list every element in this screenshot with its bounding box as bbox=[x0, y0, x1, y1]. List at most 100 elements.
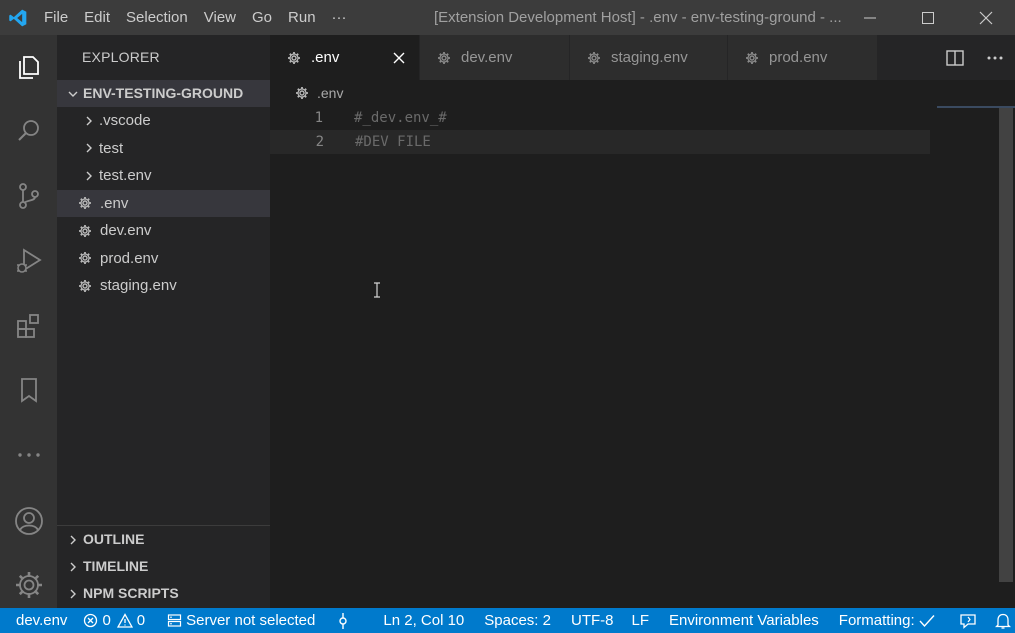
source-control-icon bbox=[18, 183, 39, 209]
server-icon bbox=[168, 614, 182, 627]
menu-edit[interactable]: Edit bbox=[76, 0, 118, 35]
sidebar-bottom-sections: OUTLINE TIMELINE NPM SCRIPTS bbox=[57, 525, 270, 607]
chevron-right-icon bbox=[81, 168, 97, 184]
menu-go[interactable]: Go bbox=[244, 0, 280, 35]
breadcrumb[interactable]: .env bbox=[270, 80, 343, 106]
more-actions-button[interactable] bbox=[975, 35, 1015, 80]
more-icon bbox=[987, 56, 1003, 59]
line-text: #_dev.env_# bbox=[354, 110, 447, 126]
activity-source-control[interactable] bbox=[0, 172, 57, 220]
chevron-right-icon bbox=[65, 532, 81, 548]
activity-accounts[interactable] bbox=[0, 497, 57, 545]
activity-manage[interactable] bbox=[0, 561, 57, 609]
editor-actions bbox=[935, 35, 1015, 80]
bell-icon bbox=[994, 613, 1011, 629]
chevron-right-icon bbox=[65, 586, 81, 602]
status-cursor-position[interactable]: Ln 2, Col 10 bbox=[375, 608, 472, 633]
manage-gear-icon bbox=[15, 572, 42, 598]
status-notifications[interactable] bbox=[989, 608, 1015, 633]
warning-count: 0 bbox=[136, 612, 146, 629]
feedback-icon bbox=[960, 613, 976, 629]
status-encoding[interactable]: UTF-8 bbox=[559, 608, 622, 633]
tab-staging-env[interactable]: staging.env bbox=[570, 35, 728, 80]
menu-file[interactable]: File bbox=[36, 0, 76, 35]
more-icon bbox=[17, 453, 40, 457]
tree-file-env[interactable]: .env bbox=[57, 189, 270, 217]
section-label: TIMELINE bbox=[83, 558, 149, 574]
tree-item-label: staging.env bbox=[100, 277, 177, 295]
code-line[interactable]: 1 #_dev.env_# bbox=[270, 106, 930, 130]
section-npm-scripts[interactable]: NPM SCRIPTS bbox=[57, 580, 270, 607]
settings-file-icon bbox=[436, 50, 452, 66]
tree-file-staging-env[interactable]: staging.env bbox=[57, 272, 270, 300]
activity-explorer[interactable] bbox=[0, 43, 57, 91]
menu-view[interactable]: View bbox=[196, 0, 244, 35]
close-window-button[interactable] bbox=[957, 0, 1015, 35]
explorer-icon bbox=[18, 56, 39, 79]
settings-file-icon bbox=[744, 50, 760, 66]
workspace-folder-label: ENV-TESTING-GROUND bbox=[83, 85, 244, 101]
tree-file-prod-env[interactable]: prod.env bbox=[57, 245, 270, 273]
status-commit[interactable] bbox=[323, 608, 375, 633]
tab-close-button[interactable] bbox=[391, 50, 407, 66]
tree-file-dev-env[interactable]: dev.env bbox=[57, 217, 270, 245]
status-problems[interactable]: 0 0 bbox=[75, 608, 153, 633]
status-server[interactable]: Server not selected bbox=[153, 608, 323, 633]
tree-item-label: test.env bbox=[99, 167, 152, 185]
run-debug-icon bbox=[16, 248, 42, 273]
window-controls bbox=[841, 0, 1015, 35]
status-feedback[interactable] bbox=[947, 608, 989, 633]
status-eol[interactable]: LF bbox=[621, 608, 657, 633]
activity-extensions[interactable] bbox=[0, 302, 57, 350]
split-editor-button[interactable] bbox=[935, 35, 975, 80]
activity-bar bbox=[0, 35, 57, 608]
code-line-current[interactable]: 2 #DEV FILE bbox=[270, 130, 930, 154]
tree-folder-vscode[interactable]: .vscode bbox=[57, 107, 270, 135]
tab-dev-env[interactable]: dev.env bbox=[420, 35, 570, 80]
section-label: OUTLINE bbox=[83, 531, 145, 547]
line-number: 2 bbox=[315, 134, 324, 150]
workspace-folder-header[interactable]: ENV-TESTING-GROUND bbox=[57, 80, 270, 107]
tab-label: .env bbox=[311, 49, 340, 66]
chevron-right-icon bbox=[81, 140, 97, 156]
settings-file-icon bbox=[77, 250, 93, 266]
section-timeline[interactable]: TIMELINE bbox=[57, 553, 270, 580]
tree-folder-test[interactable]: test bbox=[57, 135, 270, 163]
status-indentation[interactable]: Spaces: 2 bbox=[472, 608, 559, 633]
settings-file-icon bbox=[77, 278, 93, 294]
tab-prod-env[interactable]: prod.env bbox=[728, 35, 878, 80]
account-icon bbox=[14, 507, 43, 535]
tab-label: prod.env bbox=[769, 49, 828, 66]
vscode-logo-icon bbox=[0, 0, 36, 35]
tree-item-label: dev.env bbox=[100, 222, 152, 240]
settings-file-icon bbox=[294, 85, 310, 101]
activity-search[interactable] bbox=[0, 107, 57, 155]
activity-run-debug[interactable] bbox=[0, 237, 57, 285]
section-outline[interactable]: OUTLINE bbox=[57, 526, 270, 553]
split-editor-icon bbox=[946, 49, 964, 66]
code-editor[interactable]: 1 #_dev.env_# 2 #DEV FILE bbox=[270, 106, 1015, 608]
minimize-button[interactable] bbox=[841, 0, 899, 35]
activity-bookmarks[interactable] bbox=[0, 366, 57, 414]
status-active-env[interactable]: dev.env bbox=[0, 608, 75, 633]
status-language-mode[interactable]: Environment Variables bbox=[657, 608, 827, 633]
menu-run[interactable]: Run bbox=[280, 0, 324, 35]
settings-file-icon bbox=[586, 50, 602, 66]
menu-bar: File Edit Selection View Go Run ··· bbox=[36, 0, 355, 35]
settings-file-icon bbox=[286, 50, 302, 66]
maximize-button[interactable] bbox=[899, 0, 957, 35]
maximize-icon bbox=[922, 11, 934, 24]
window-title: [Extension Development Host] - .env - en… bbox=[434, 9, 842, 26]
tree-folder-test-env[interactable]: test.env bbox=[57, 162, 270, 190]
menu-selection[interactable]: Selection bbox=[118, 0, 196, 35]
breadcrumb-file: .env bbox=[317, 85, 344, 101]
git-commit-icon bbox=[339, 612, 348, 629]
status-formatting[interactable]: Formatting: bbox=[827, 608, 947, 633]
vertical-scrollbar[interactable] bbox=[999, 108, 1013, 582]
tree-item-label: prod.env bbox=[100, 249, 159, 267]
activity-more[interactable] bbox=[0, 431, 57, 479]
tab-env[interactable]: .env bbox=[270, 35, 420, 80]
menu-more[interactable]: ··· bbox=[324, 0, 355, 35]
extensions-icon bbox=[16, 314, 39, 338]
search-icon bbox=[17, 120, 39, 141]
